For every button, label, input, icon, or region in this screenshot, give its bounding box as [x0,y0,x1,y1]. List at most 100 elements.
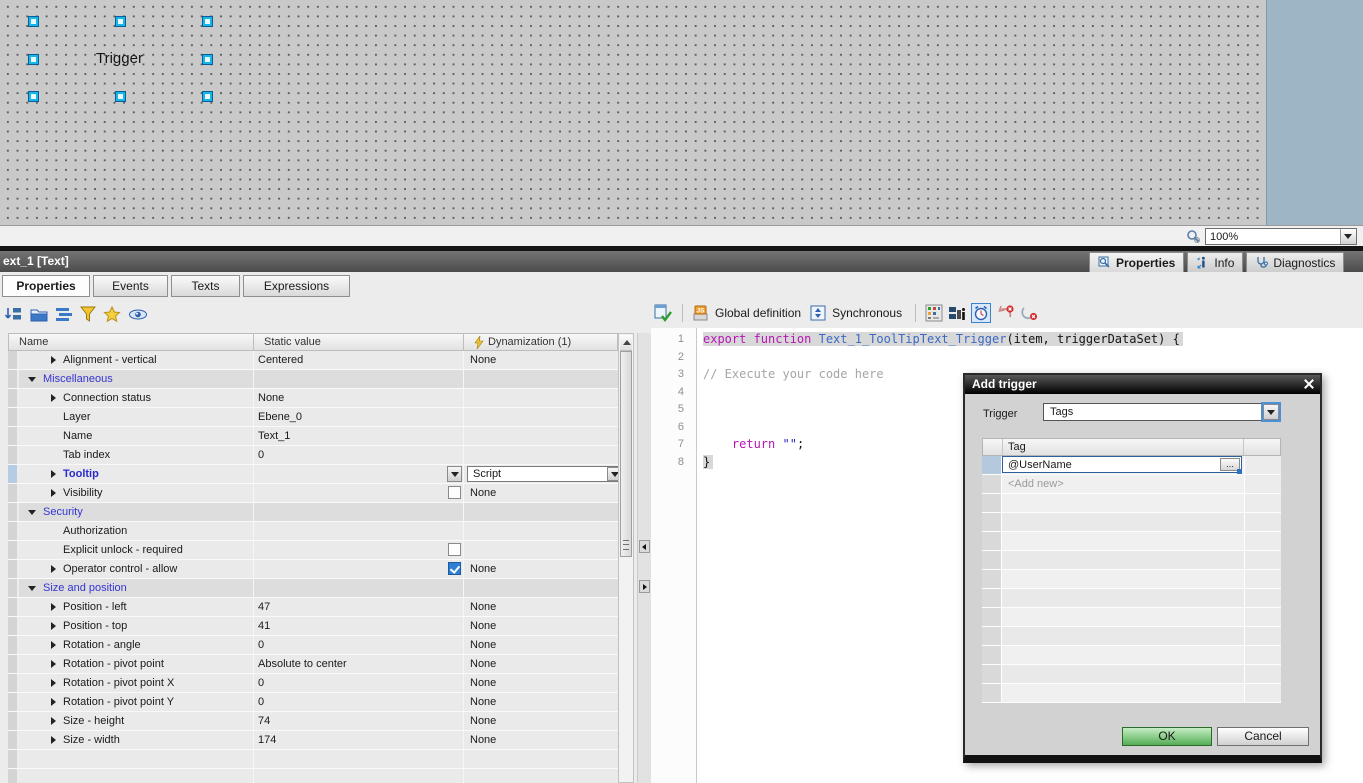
static-value-cell[interactable] [254,503,464,521]
expand-right-button[interactable] [639,580,650,593]
row-selector[interactable] [8,389,17,407]
dynamization-cell[interactable] [464,427,618,445]
row-selector[interactable] [8,446,17,464]
row-selector[interactable] [8,370,17,388]
row-selector[interactable] [8,408,17,426]
chevron-right-icon[interactable] [51,698,56,706]
property-row[interactable]: Rotation - angle0None [8,636,618,655]
tab-properties[interactable]: Properties [2,275,90,297]
trigger-clock-button-active[interactable] [971,303,991,323]
dropdown-button[interactable] [447,466,462,482]
dropdown-button[interactable] [607,467,618,481]
row-selector[interactable] [982,665,1002,683]
chevron-right-icon[interactable] [51,641,56,649]
selection-handle[interactable] [116,92,125,101]
chevron-right-icon[interactable] [51,394,56,402]
property-row[interactable]: NameText_1 [8,427,618,446]
code-line[interactable] [703,349,1363,367]
ok-button[interactable]: OK [1122,727,1212,746]
row-selector[interactable] [8,427,17,445]
fill-handle[interactable] [1237,469,1242,474]
dynamization-cell[interactable]: None [464,693,618,711]
static-value-cell[interactable] [254,522,464,540]
row-selector[interactable] [8,598,17,616]
row-selector[interactable] [8,674,17,692]
empty-tag-row[interactable] [982,627,1281,646]
property-row[interactable]: TooltipScript [8,465,618,484]
chevron-right-icon[interactable] [51,565,56,573]
dynamization-cell[interactable] [464,503,618,521]
chevron-right-icon[interactable] [51,717,56,725]
static-value-cell[interactable] [254,541,464,559]
selection-handle[interactable] [116,17,125,26]
static-value-cell[interactable]: 0 [254,693,464,711]
row-selector[interactable] [8,750,17,768]
static-value-cell[interactable] [254,750,464,768]
static-value-cell[interactable]: Centered [254,351,464,369]
synchronous-label[interactable]: Synchronous [832,306,902,320]
property-row[interactable]: Size - width174None [8,731,618,750]
dynamization-cell[interactable]: None [464,636,618,654]
static-value-cell[interactable]: 0 [254,636,464,654]
static-value-cell[interactable]: Absolute to center [254,655,464,673]
static-value-cell[interactable] [254,465,464,483]
undo-error-icon[interactable] [996,304,1015,322]
visibility-eye-icon[interactable] [128,308,148,321]
sort-az-icon[interactable] [5,306,23,323]
dynamization-cell[interactable]: None [464,617,618,635]
row-selector[interactable] [8,636,17,654]
global-definition-label[interactable]: Global definition [715,306,801,320]
dynamization-cell[interactable] [464,389,618,407]
validate-script-icon[interactable] [654,304,673,323]
dynamization-select[interactable]: Script [467,466,618,482]
chevron-right-icon[interactable] [51,622,56,630]
static-value-cell[interactable] [254,579,464,597]
zoom-dropdown-button[interactable] [1340,229,1356,244]
scroll-up-button[interactable] [620,335,632,351]
selection-handle[interactable] [203,55,212,64]
row-selector[interactable] [8,560,17,578]
row-selector[interactable] [8,579,17,597]
chevron-right-icon[interactable] [51,660,56,668]
checkbox[interactable] [448,543,461,556]
static-value-cell[interactable]: 47 [254,598,464,616]
screen-canvas[interactable]: Trigger [0,0,1266,225]
dynamization-cell[interactable]: None [464,484,618,502]
static-value-cell[interactable]: 41 [254,617,464,635]
empty-tag-row[interactable] [982,589,1281,608]
system-functions-icon[interactable] [948,305,966,322]
property-row[interactable]: Operator control - allowNone [8,560,618,579]
static-value-cell[interactable]: Text_1 [254,427,464,445]
row-selector[interactable] [982,551,1002,569]
row-selector[interactable] [982,456,1002,474]
static-value-cell[interactable]: 0 [254,446,464,464]
row-selector[interactable] [982,589,1002,607]
selection-handle[interactable] [29,17,38,26]
collapse-categories-icon[interactable] [55,307,73,322]
column-header-name[interactable]: Name [8,333,254,351]
dynamization-cell[interactable] [464,579,618,597]
property-row[interactable]: Position - left47None [8,598,618,617]
chevron-right-icon[interactable] [51,356,56,364]
selection-handle[interactable] [29,55,38,64]
row-selector[interactable] [8,731,17,749]
chevron-right-icon[interactable] [51,603,56,611]
cancel-button[interactable]: Cancel [1217,727,1309,746]
property-row[interactable]: Explicit unlock - required [8,541,618,560]
property-row[interactable]: Alignment - verticalCenteredNone [8,351,618,370]
close-icon[interactable] [1301,377,1317,392]
dynamization-cell[interactable]: None [464,560,618,578]
static-value-cell[interactable]: 74 [254,712,464,730]
chevron-right-icon[interactable] [51,736,56,744]
row-selector[interactable] [8,693,17,711]
static-value-cell[interactable]: None [254,389,464,407]
tag-row[interactable]: @UserName ... [982,456,1281,475]
static-value-cell[interactable] [254,769,464,783]
zoom-level-combo[interactable]: 100% [1205,228,1357,245]
row-selector[interactable] [982,570,1002,588]
dynamization-cell[interactable] [464,370,618,388]
global-definition-js-icon[interactable]: JS [692,305,709,321]
column-header-static-value[interactable]: Static value [254,333,464,351]
filter-icon[interactable] [80,306,96,323]
empty-tag-row[interactable] [982,532,1281,551]
